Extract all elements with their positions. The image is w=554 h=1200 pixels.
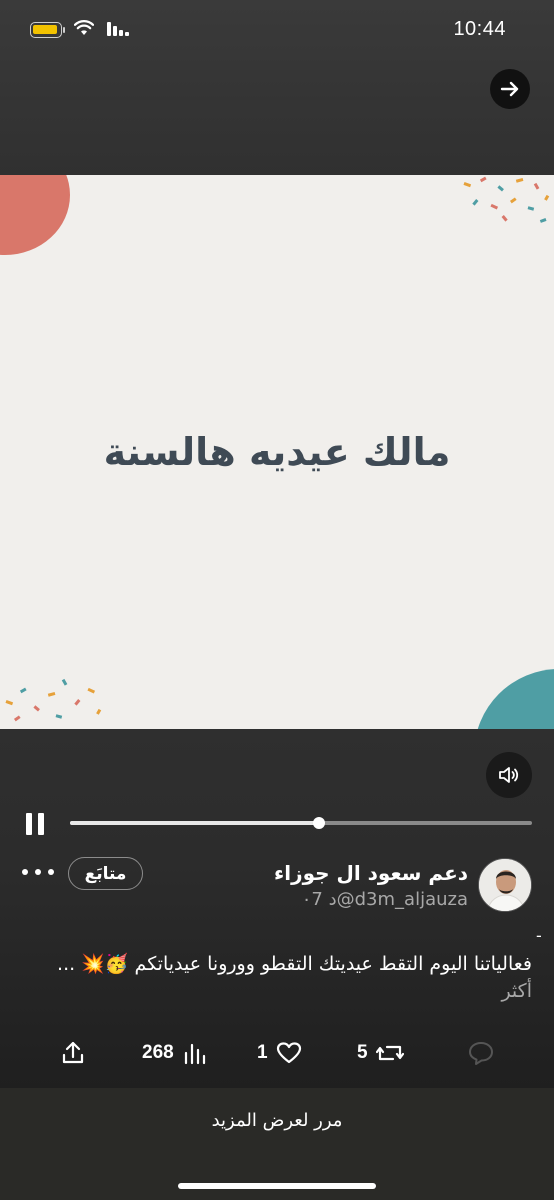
battery-tip xyxy=(63,27,65,33)
views-icon xyxy=(184,1043,205,1065)
reply-button[interactable] xyxy=(467,1038,495,1068)
decor-shape-top-left xyxy=(0,175,70,255)
repost-icon xyxy=(375,1045,404,1061)
screen: 10:44 مالك عيديه هالسنة دعم سعود ال جوزا… xyxy=(0,0,554,1200)
author-handle[interactable]: @d3m_aljauza xyxy=(337,889,468,910)
pause-button[interactable] xyxy=(24,812,48,836)
more-icon-dot xyxy=(35,869,41,875)
pause-icon xyxy=(26,813,32,835)
share-icon xyxy=(62,1041,84,1064)
video-caption: مالك عيديه هالسنة xyxy=(103,430,451,474)
show-more-link[interactable]: أكثر xyxy=(501,980,532,1002)
reposts-count: 5 xyxy=(357,1042,368,1063)
mute-button[interactable] xyxy=(486,752,532,798)
avatar[interactable] xyxy=(478,858,532,912)
share-button[interactable] xyxy=(60,1038,86,1068)
swipe-hint-text: مرر لعرض المزيد xyxy=(211,1110,343,1131)
wifi-icon xyxy=(74,20,94,35)
repost-button[interactable]: 5 xyxy=(357,1038,404,1068)
video-progress-bar[interactable] xyxy=(70,817,532,829)
avatar-image xyxy=(479,859,531,911)
forward-button[interactable] xyxy=(490,69,530,109)
confetti-bottom-left xyxy=(5,678,102,722)
post-text: فعالياتنا اليوم التقط عيديتك التقطو وورو… xyxy=(57,953,532,975)
pause-icon-bar xyxy=(38,813,44,835)
video-progress-handle[interactable] xyxy=(313,817,326,829)
reply-icon xyxy=(469,1042,493,1065)
signal-icon xyxy=(107,22,129,36)
views-button[interactable]: 268 xyxy=(142,1038,206,1068)
confetti-top-right xyxy=(463,176,550,223)
author-name[interactable]: دعم سعود ال جوزاء xyxy=(274,861,468,885)
likes-count: 1 xyxy=(257,1042,268,1063)
decor-shape-bottom-right xyxy=(474,669,554,729)
arrow-right-icon xyxy=(500,81,519,97)
battery-icon xyxy=(30,22,62,38)
more-options-button[interactable] xyxy=(22,862,54,882)
following-button[interactable]: متابَع xyxy=(68,857,143,890)
more-icon xyxy=(22,869,28,875)
video-progress-fill xyxy=(70,821,320,825)
post-time: ٠7 د xyxy=(301,889,337,910)
status-bar: 10:44 xyxy=(0,0,554,62)
status-time: 10:44 xyxy=(453,18,506,40)
video-player[interactable]: مالك عيديه هالسنة xyxy=(0,175,554,729)
heart-icon xyxy=(276,1042,301,1064)
author-meta: ٠7 د@d3m_aljauza xyxy=(302,889,468,910)
post-text-dash: - xyxy=(536,926,542,945)
home-indicator[interactable] xyxy=(178,1183,376,1189)
like-button[interactable]: 1 xyxy=(257,1038,302,1068)
speaker-icon xyxy=(499,767,519,783)
views-count: 268 xyxy=(142,1042,174,1063)
more-icon-dot xyxy=(48,869,54,875)
